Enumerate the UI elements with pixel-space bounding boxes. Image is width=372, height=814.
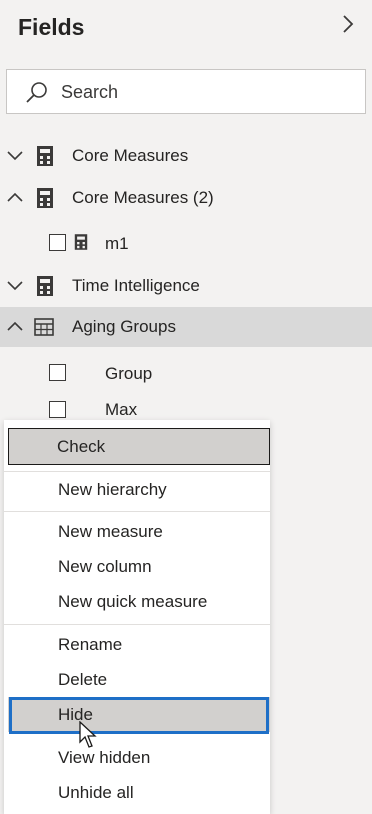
menu-item-label: Rename <box>58 635 123 654</box>
pane-title: Fields <box>18 14 85 40</box>
menu-item-label: New measure <box>58 522 163 541</box>
search-placeholder: Search <box>61 82 119 102</box>
menu-item-label: New quick measure <box>58 592 208 611</box>
menu-item-rename[interactable]: Rename <box>8 627 270 662</box>
menu-item-unhide-all[interactable]: Unhide all <box>8 775 270 810</box>
mouse-cursor-icon <box>79 721 97 748</box>
tree-item-label: Max <box>105 400 138 419</box>
calculator-icon <box>74 234 88 250</box>
menu-item-new-quick-measure[interactable]: New quick measure <box>8 584 270 619</box>
chevron-down-icon[interactable] <box>6 277 24 295</box>
tree-item-aging-groups[interactable]: Aging Groups <box>0 307 372 347</box>
menu-item-view-hidden[interactable]: View hidden <box>8 740 270 775</box>
menu-separator <box>4 511 270 512</box>
menu-item-label: New column <box>58 557 152 576</box>
menu-item-label: Check <box>57 437 106 456</box>
menu-item-label: New hierarchy <box>58 480 167 499</box>
checkbox[interactable] <box>49 364 66 381</box>
menu-item-label: Delete <box>58 670 108 689</box>
menu-item-new-hierarchy[interactable]: New hierarchy <box>8 472 270 507</box>
menu-item-new-measure[interactable]: New measure <box>8 514 270 549</box>
chevron-up-icon[interactable] <box>6 317 24 335</box>
tree-item-core-measures[interactable]: Core Measures <box>0 136 372 176</box>
calculator-icon <box>37 146 53 166</box>
tree-item-time-intelligence[interactable]: Time Intelligence <box>0 266 372 306</box>
search-icon <box>26 82 47 103</box>
menu-separator <box>4 624 270 625</box>
context-menu: Check New hierarchy New measure New colu… <box>4 420 270 814</box>
menu-item-check[interactable]: Check <box>8 428 270 465</box>
tree-item-group[interactable]: Group <box>0 354 372 394</box>
tree-item-label: Group <box>105 364 153 383</box>
chevron-right-icon[interactable] <box>338 12 358 36</box>
menu-item-label: View hidden <box>58 748 151 767</box>
tree-item-m1[interactable]: m1 <box>0 224 372 264</box>
calculator-icon <box>37 276 53 296</box>
chevron-down-icon[interactable] <box>6 147 24 165</box>
tree-item-label: m1 <box>105 234 129 253</box>
tree-item-label: Core Measures (2) <box>72 188 214 207</box>
menu-item-delete[interactable]: Delete <box>8 662 270 697</box>
menu-item-new-column[interactable]: New column <box>8 549 270 584</box>
menu-item-label: Unhide all <box>58 783 134 802</box>
focus-ring <box>9 697 269 734</box>
table-icon <box>34 318 54 336</box>
search-input[interactable]: Search <box>6 69 366 114</box>
tree-item-label: Time Intelligence <box>72 276 200 295</box>
tree-item-core-measures-2[interactable]: Core Measures (2) <box>0 178 372 218</box>
checkbox[interactable] <box>49 234 66 251</box>
tree-item-label: Aging Groups <box>72 317 176 336</box>
calculator-icon <box>37 188 53 208</box>
checkbox[interactable] <box>49 401 66 418</box>
tree-item-label: Core Measures <box>72 146 189 165</box>
chevron-up-icon[interactable] <box>6 188 24 206</box>
